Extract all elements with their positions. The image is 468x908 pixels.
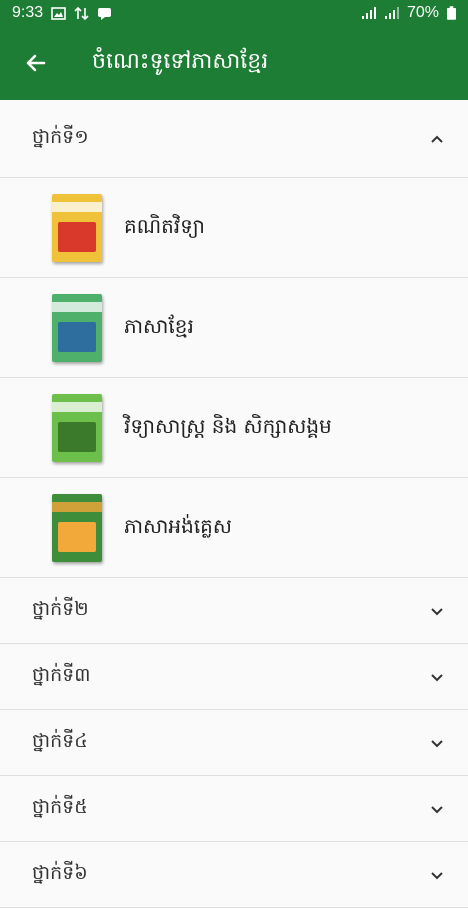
chat-icon: [98, 7, 112, 20]
status-time: 9:33: [12, 4, 44, 21]
grade-label: ថ្នាក់ទី១: [32, 125, 89, 148]
book-item-english[interactable]: ភាសាអង់គ្លេស: [0, 478, 468, 578]
chevron-down-icon: [431, 805, 443, 813]
book-cover: [52, 293, 102, 362]
chevron-down-icon: [431, 739, 443, 747]
book-title: វិទ្យាសាស្ត្រ និង សិក្សាសង្គម: [124, 413, 332, 438]
grade-label: ថ្នាក់ទី៣: [32, 663, 91, 686]
image-icon: [51, 6, 66, 20]
grade-header-2[interactable]: ថ្នាក់ទី២: [0, 578, 468, 644]
status-bar: 9:33 70%: [0, 0, 468, 26]
chevron-down-icon: [431, 673, 443, 681]
grade-label: ថ្នាក់ទី៦: [32, 861, 88, 884]
status-left: 9:33: [12, 4, 112, 22]
app-bar: ចំណេះទូទៅភាសាខ្មែរ: [0, 26, 468, 100]
grade-header-4[interactable]: ថ្នាក់ទី៤: [0, 710, 468, 776]
grade-header-3[interactable]: ថ្នាក់ទី៣: [0, 644, 468, 710]
book-cover: [52, 393, 102, 462]
book-title: ភាសាខ្មែរ: [124, 313, 194, 338]
back-button[interactable]: [0, 26, 72, 100]
book-title: គណិតវិទ្យា: [124, 213, 205, 238]
grade-header-6[interactable]: ថ្នាក់ទី៦: [0, 842, 468, 908]
battery-icon: [447, 6, 456, 20]
grade-label: ថ្នាក់ទី២: [32, 597, 89, 620]
grade-header-1[interactable]: ថ្នាក់ទី១: [0, 100, 468, 178]
status-right: 70%: [361, 4, 456, 22]
book-cover: [52, 493, 102, 562]
book-item-khmer[interactable]: ភាសាខ្មែរ: [0, 278, 468, 378]
page-title: ចំណេះទូទៅភាសាខ្មែរ: [92, 49, 269, 74]
transfer-icon: [74, 6, 89, 20]
book-item-math[interactable]: គណិតវិទ្យា: [0, 178, 468, 278]
grade-label: ថ្នាក់ទី៤: [32, 729, 88, 752]
grade-list: ថ្នាក់ទី១ គណិតវិទ្យា ភាសាខ្មែរ វិទ្យាសាស…: [0, 100, 468, 908]
book-item-science[interactable]: វិទ្យាសាស្ត្រ និង សិក្សាសង្គម: [0, 378, 468, 478]
battery-percent: 70%: [406, 4, 439, 21]
chevron-down-icon: [431, 607, 443, 615]
chevron-down-icon: [431, 871, 443, 879]
signal-icon: [361, 6, 376, 19]
arrow-left-icon: [26, 54, 46, 72]
chevron-up-icon: [431, 135, 443, 143]
book-cover: [52, 193, 102, 262]
grade-label: ថ្នាក់ទី៥: [32, 795, 88, 818]
grade-header-5[interactable]: ថ្នាក់ទី៥: [0, 776, 468, 842]
signal-icon: [384, 6, 399, 19]
book-title: ភាសាអង់គ្លេស: [124, 513, 232, 538]
